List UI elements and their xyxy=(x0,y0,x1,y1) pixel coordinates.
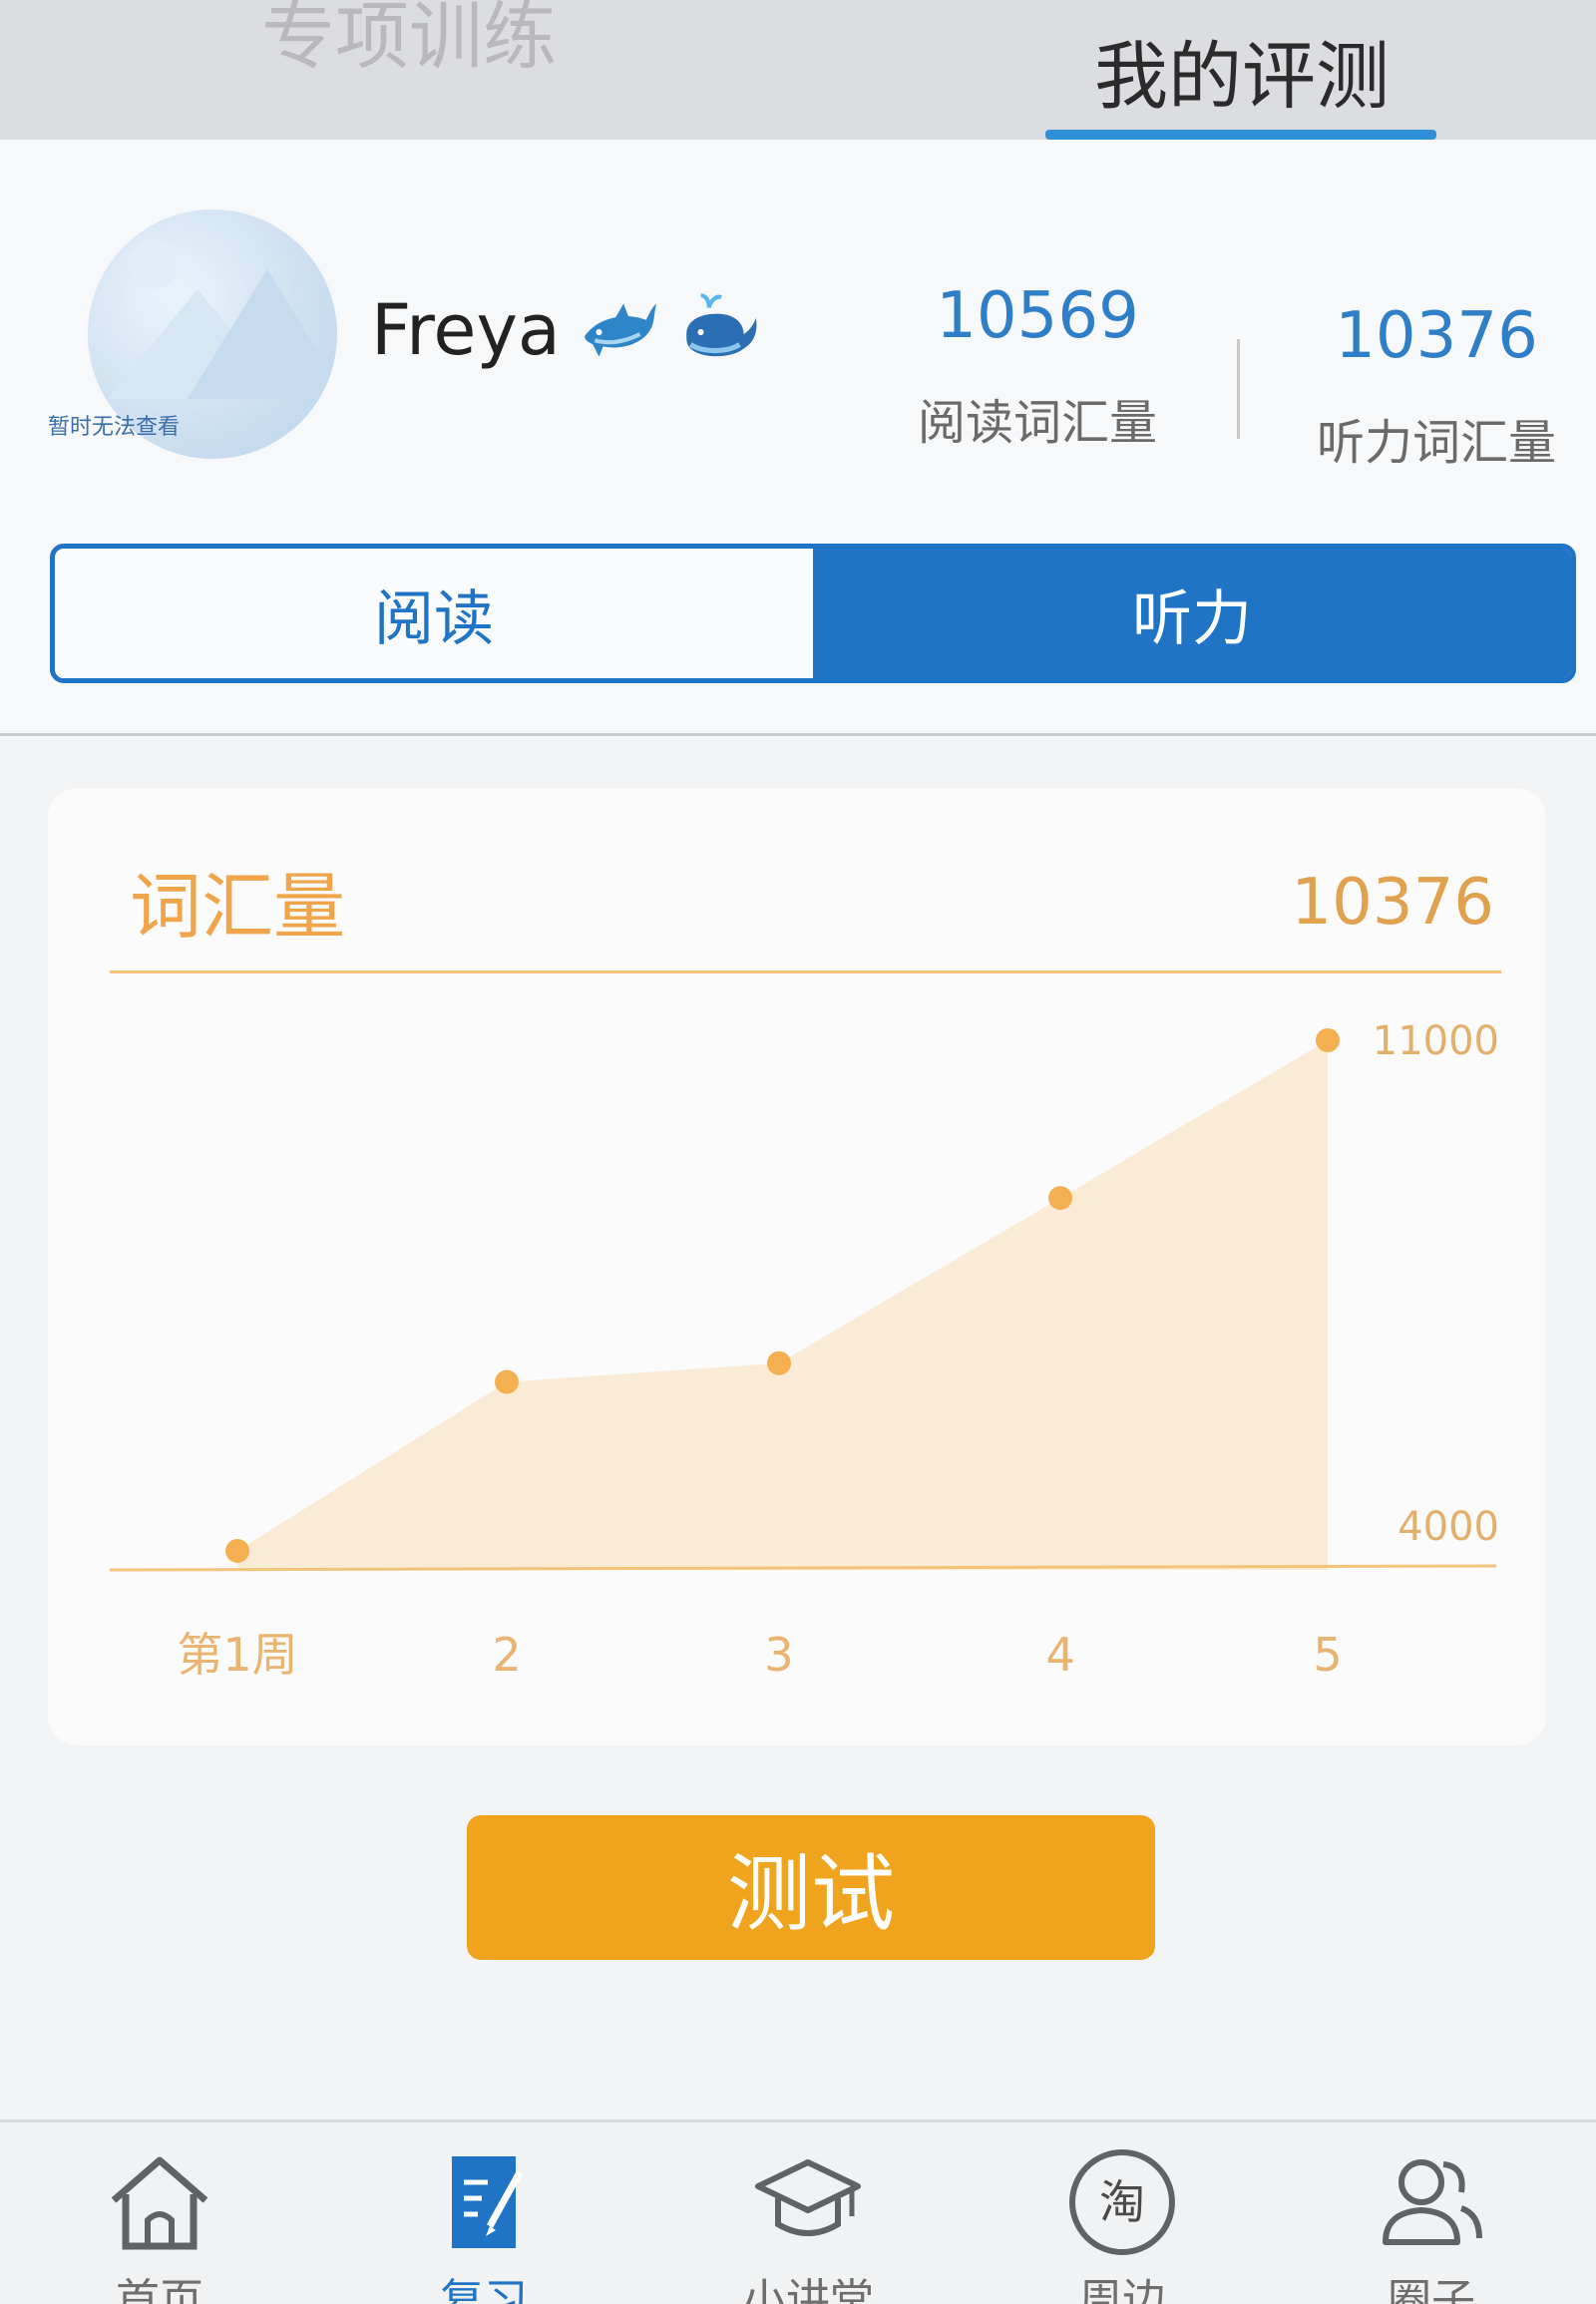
data-point-2 xyxy=(495,1369,519,1394)
tab-special-training[interactable]: 专项训练 xyxy=(180,0,638,100)
active-tab-indicator xyxy=(1045,130,1436,140)
users-icon xyxy=(1383,2159,1482,2245)
x-tick-label-5: 5 xyxy=(1313,1628,1342,1682)
section-divider xyxy=(0,733,1596,736)
nav-label-lecture: 小讲堂 xyxy=(742,2275,874,2304)
reading-listening-toggle: 阅读 听力 xyxy=(50,544,1576,683)
bottom-nav: 首页 复习 小讲堂 淘 周边 圈子 xyxy=(0,2119,1596,2304)
x-tick-label-3: 3 xyxy=(764,1628,793,1682)
vocab-area-chart: 11000 4000 第1周 2 3 4 5 xyxy=(109,1018,1499,1682)
top-tab-bar: 专项训练 我的评测 xyxy=(0,0,1596,140)
segment-reading[interactable]: 阅读 xyxy=(55,549,813,678)
nav-nearby[interactable]: 淘 周边 xyxy=(1002,2122,1242,2304)
listening-vocab-stat: 10376 听力词汇量 xyxy=(1292,299,1581,473)
tab-my-assessment[interactable]: 我的评测 xyxy=(1042,0,1441,140)
listening-vocab-label: 听力词汇量 xyxy=(1316,415,1556,471)
tao-icon-text: 淘 xyxy=(1099,2175,1145,2229)
test-button[interactable]: 测试 xyxy=(467,1815,1155,1960)
nav-home[interactable]: 首页 xyxy=(40,2122,279,2304)
dolphin-icon xyxy=(584,303,656,357)
x-tick-label-2: 2 xyxy=(492,1628,521,1682)
listening-vocab-value: 10376 xyxy=(1335,299,1538,373)
segment-listening[interactable]: 听力 xyxy=(813,549,1571,678)
username: Freya xyxy=(371,289,561,371)
nav-lecture[interactable]: 小讲堂 xyxy=(688,2122,928,2304)
series-area xyxy=(237,1040,1328,1570)
y-tick-label-2: 4000 xyxy=(1397,1504,1499,1550)
tao-icon: 淘 xyxy=(1069,2149,1175,2255)
reading-vocab-stat: 10569 阅读词汇量 xyxy=(898,279,1177,453)
data-point-5 xyxy=(1316,1028,1340,1052)
nav-review[interactable]: 复习 xyxy=(364,2122,603,2304)
y-tick-label-1: 11000 xyxy=(1373,1018,1499,1064)
x-tick-label-4: 4 xyxy=(1045,1628,1074,1682)
nav-label-nearby: 周边 xyxy=(1078,2275,1166,2304)
review-icon xyxy=(452,2156,524,2248)
graduation-cap-icon xyxy=(755,2159,861,2236)
nav-label-home: 首页 xyxy=(116,2275,203,2304)
username-row: Freya xyxy=(371,289,760,371)
home-icon xyxy=(111,2156,208,2250)
vocab-chart-card: 词汇量 10376 11000 4000 第1周 2 3 4 5 xyxy=(48,788,1546,1745)
data-point-3 xyxy=(767,1350,791,1375)
stat-divider xyxy=(1237,339,1240,439)
x-tick-label-1: 第1周 xyxy=(177,1628,297,1682)
nav-label-circle: 圈子 xyxy=(1388,2275,1475,2304)
whale-icon xyxy=(686,293,757,357)
data-point-4 xyxy=(1048,1186,1072,1211)
nav-circle[interactable]: 圈子 xyxy=(1312,2122,1551,2304)
nav-label-review: 复习 xyxy=(440,2275,528,2304)
reading-vocab-label: 阅读词汇量 xyxy=(917,395,1157,451)
avatar-caption: 暂时无法查看 xyxy=(48,415,181,440)
data-point-1 xyxy=(225,1538,249,1563)
reading-vocab-value: 10569 xyxy=(936,279,1139,353)
